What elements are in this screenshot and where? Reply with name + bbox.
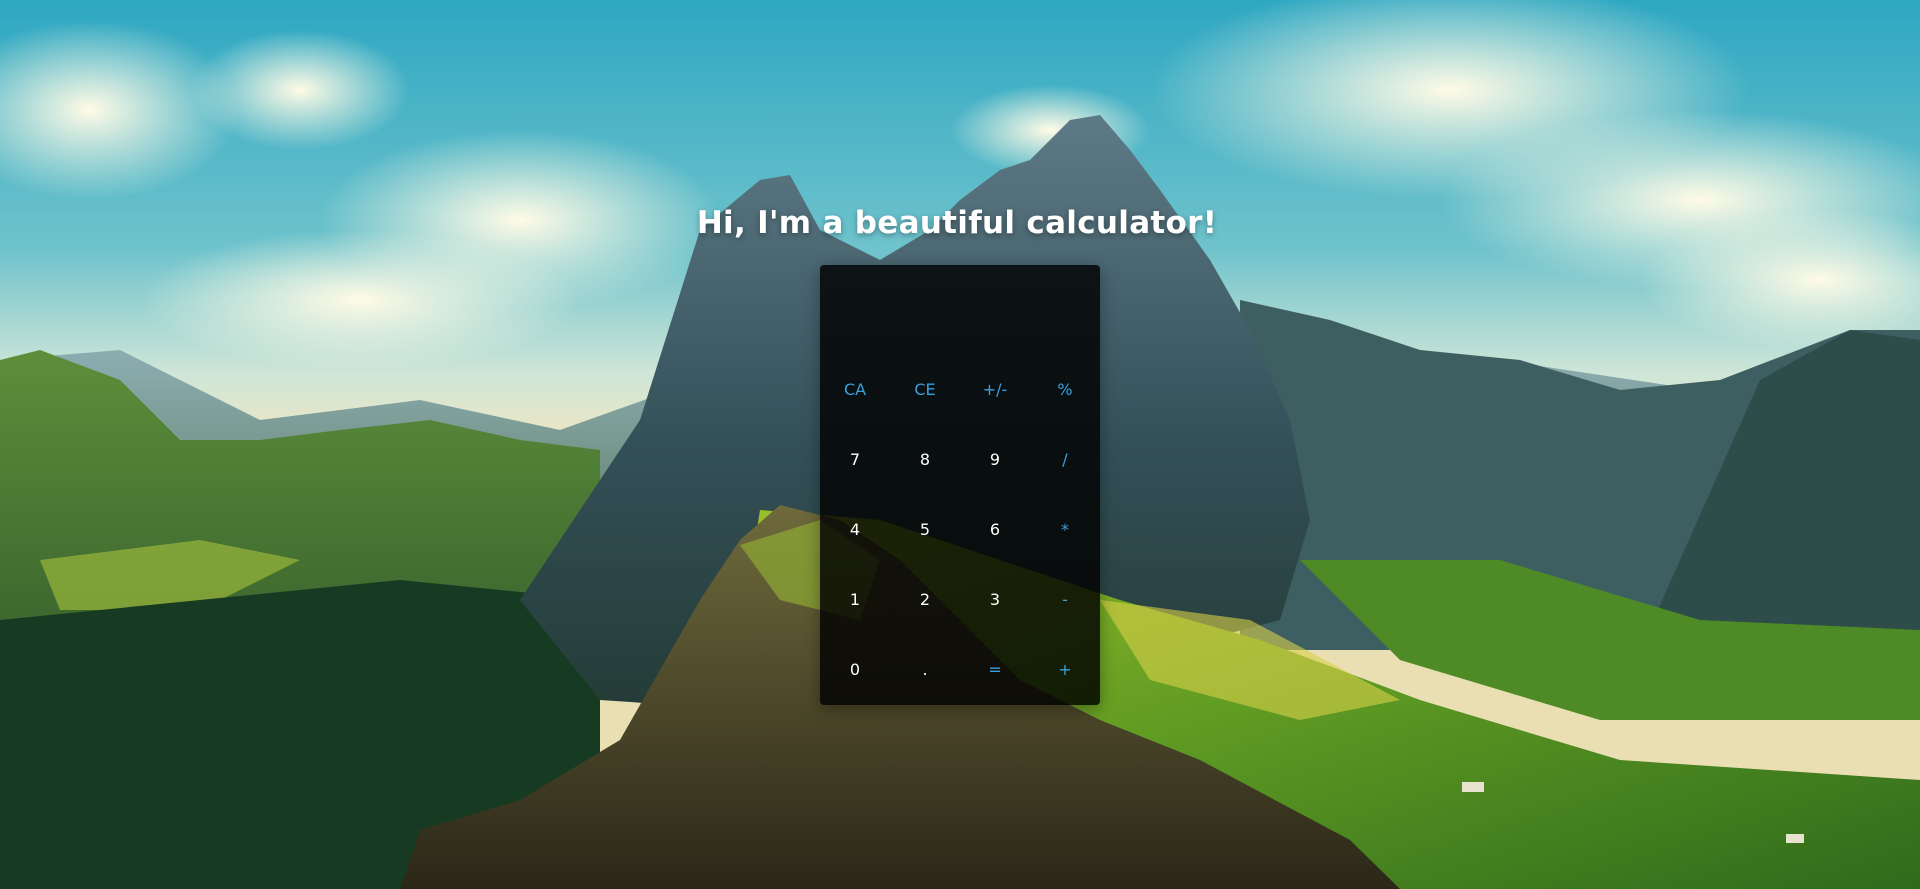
digit-1-button[interactable]: 1 [820, 565, 890, 635]
calculator-display [820, 265, 1100, 355]
digit-5-button[interactable]: 5 [890, 495, 960, 565]
digit-9-button[interactable]: 9 [960, 425, 1030, 495]
add-button[interactable]: + [1030, 635, 1100, 705]
digit-7-button[interactable]: 7 [820, 425, 890, 495]
toggle-sign-button[interactable]: +/- [960, 355, 1030, 425]
calculator-panel: CA CE +/-% 7 8 9/ 4 5 6 * 1 2 3- 0. = + [820, 265, 1100, 705]
clear-all-button[interactable]: CA [820, 355, 890, 425]
clear-entry-button[interactable]: CE [890, 355, 960, 425]
digit-3-button[interactable]: 3 [960, 565, 1030, 635]
digit-6-button[interactable]: 6 [960, 495, 1030, 565]
equals-button[interactable]: = [960, 635, 1030, 705]
page-title: Hi, I'm a beautiful calculator! [696, 205, 1218, 241]
multiply-button[interactable]: * [1030, 495, 1100, 565]
divide-button[interactable]: / [1030, 425, 1100, 495]
digit-0-button[interactable]: 0 [820, 635, 890, 705]
digit-8-button[interactable]: 8 [890, 425, 960, 495]
subtract-button[interactable]: - [1030, 565, 1100, 635]
digit-4-button[interactable]: 4 [820, 495, 890, 565]
digit-2-button[interactable]: 2 [890, 565, 960, 635]
decimal-point-button[interactable]: . [890, 635, 960, 705]
percent-button[interactable]: % [1030, 355, 1100, 425]
